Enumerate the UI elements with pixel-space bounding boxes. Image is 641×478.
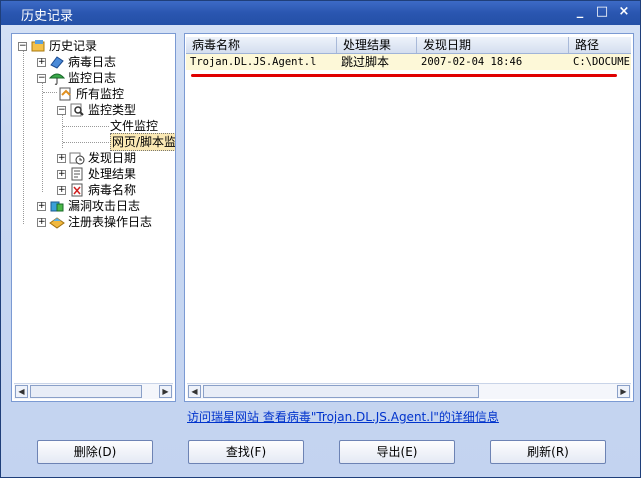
red-underline-annotation [191,74,617,77]
column-header-path[interactable]: 路径 [569,37,631,53]
cell-date: 2007-02-04 18:46 [421,56,523,68]
close-button[interactable]: × [616,4,632,20]
virus-info-link[interactable]: 访问瑞星网站 查看病毒"Trojan.DL.JS.Agent.l"的详细信息 [187,408,499,425]
all-monitors-icon [59,87,71,101]
tree-item-exploit-log[interactable]: + 漏洞攻击日志 [37,198,140,214]
tree-root[interactable]: − 历史记录 [18,38,97,54]
virus-log-icon [50,56,64,69]
tree-item-virus-log[interactable]: + 病毒日志 [37,54,116,70]
umbrella-icon [49,73,65,85]
document-icon [71,167,83,181]
registry-icon [49,217,65,229]
list-scroll-left-arrow-icon[interactable]: ◀ [188,385,201,398]
window-title: 历史记录 [21,9,74,24]
maximize-button[interactable]: □ [594,4,610,20]
list-hscrollbar[interactable]: ◀ ▶ [187,383,631,399]
cell-result: 跳过脚本 [341,55,390,69]
tree-item-result[interactable]: + 处理结果 [57,166,136,182]
export-button[interactable]: 导出(E) [339,440,455,464]
column-header-date[interactable]: 发现日期 [417,37,569,53]
list-header: 病毒名称 处理结果 发现日期 路径 [186,37,631,54]
minimize-button[interactable]: _ [572,4,588,20]
tree-item-found-date[interactable]: + 发现日期 [57,150,136,166]
title-bar: 历史记录 _ □ × [1,1,640,25]
refresh-button[interactable]: 刷新(R) [490,440,606,464]
log-list[interactable]: 病毒名称 处理结果 发现日期 路径 Trojan.DL.JS.Agent.l 跳… [184,33,634,402]
tree-hscrollbar[interactable]: ◀ ▶ [14,383,173,399]
scroll-right-arrow-icon[interactable]: ▶ [159,385,172,398]
delete-button[interactable]: 删除(D) [37,440,153,464]
column-header-virus-name[interactable]: 病毒名称 [186,37,337,53]
table-row[interactable]: Trojan.DL.JS.Agent.l 跳过脚本 2007-02-04 18:… [186,54,631,70]
tree-item-monitor-log[interactable]: − 监控日志 [37,70,116,86]
history-window: 历史记录 _ □ × − 历史记录 + 病毒日志 − 监控日志 所有监控 − 监… [0,0,641,478]
find-button[interactable]: 查找(F) [188,440,304,464]
tree-item-registry-log[interactable]: + 注册表操作日志 [37,214,152,230]
virus-name-icon [71,183,83,197]
tree-item-all-monitors[interactable]: 所有监控 [57,86,124,102]
scroll-left-arrow-icon[interactable]: ◀ [15,385,28,398]
cell-path: C:\DOCUME` [573,56,631,68]
calendar-clock-icon [69,152,85,165]
column-header-result[interactable]: 处理结果 [337,37,417,53]
tree-item-file-monitor[interactable]: 文件监控 [110,118,158,134]
tree-item-virus-name[interactable]: + 病毒名称 [57,182,136,198]
log-tree[interactable]: − 历史记录 + 病毒日志 − 监控日志 所有监控 − 监控类型 文件监控 网页… [11,33,176,402]
cell-virus-name: Trojan.DL.JS.Agent.l [190,56,317,68]
list-scroll-right-arrow-icon[interactable]: ▶ [617,385,630,398]
tree-root-label: 历史记录 [49,39,98,53]
exploit-log-icon [50,201,64,212]
list-scroll-thumb[interactable] [203,385,479,398]
magnifier-icon [70,103,84,117]
tree-item-monitor-type[interactable]: − 监控类型 [57,102,136,118]
history-folder-icon [31,40,45,52]
tree-item-web-script-monitor[interactable]: 网页/脚本监 [110,133,175,151]
tree-scroll-thumb[interactable] [30,385,142,398]
